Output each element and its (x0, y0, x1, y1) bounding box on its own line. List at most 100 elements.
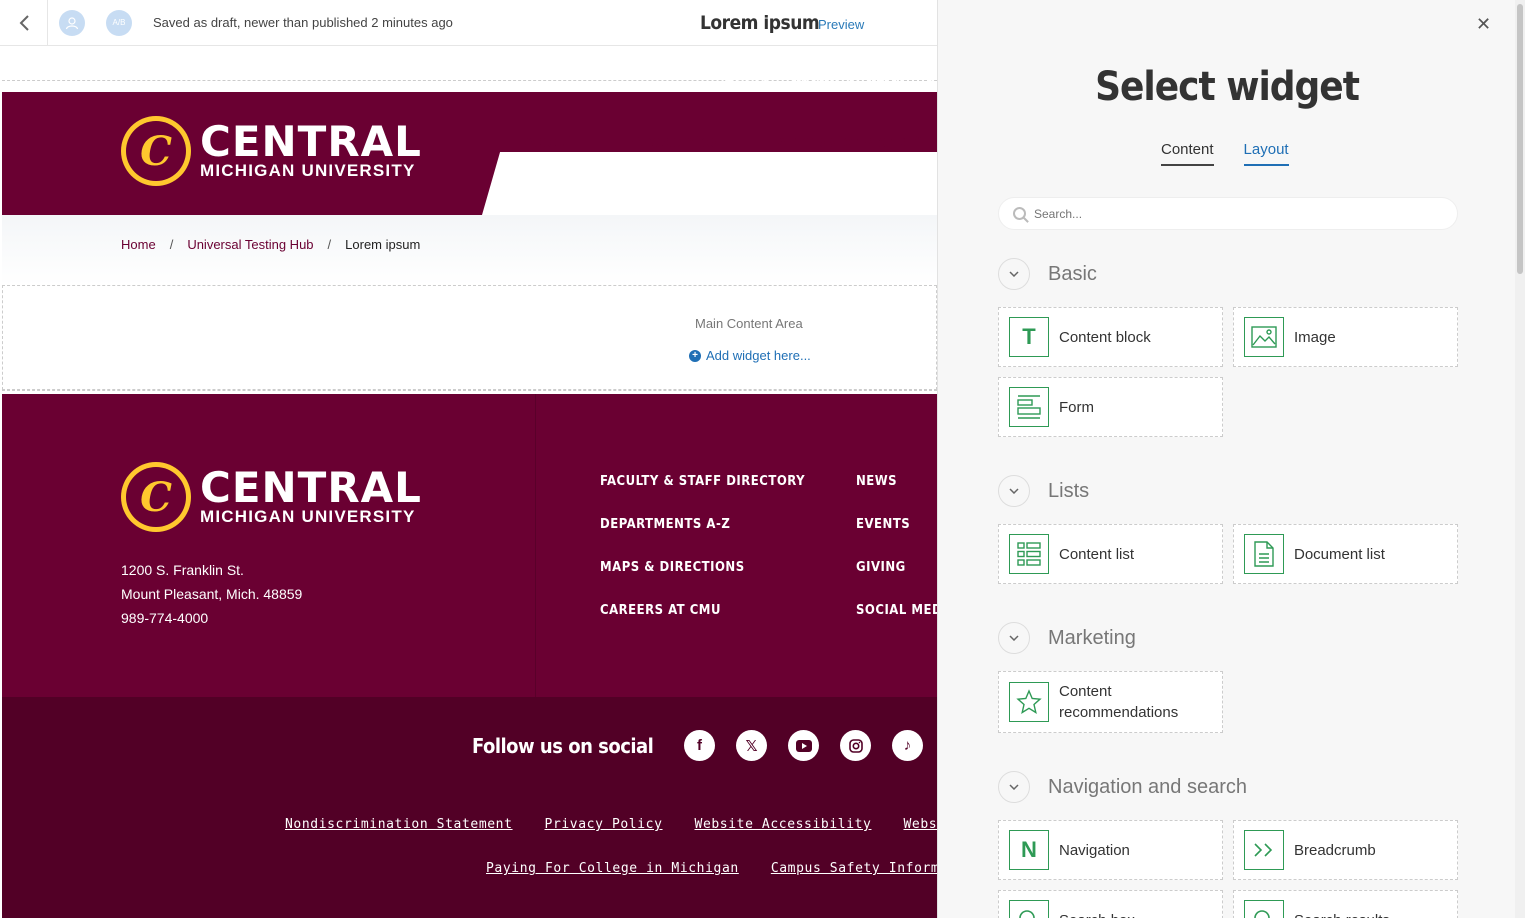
widget-image[interactable]: Image (1233, 307, 1458, 367)
legal-link[interactable]: Paying For College in Michigan (486, 861, 739, 876)
facebook-icon[interactable]: f (684, 730, 715, 761)
utility-apply[interactable]: APPLY (724, 70, 770, 88)
widget-search-input[interactable] (1034, 206, 1434, 221)
breadcrumb-hub[interactable]: Universal Testing Hub (187, 237, 313, 252)
widget-label: Content block (1059, 328, 1151, 346)
editor-topbar: A/B Saved as draft, newer than published… (0, 0, 937, 46)
widget-form[interactable]: Form (998, 377, 1223, 437)
chevron-down-icon (998, 258, 1030, 290)
tab-content[interactable]: Content (1161, 141, 1214, 166)
utility-request-info[interactable]: REQUEST INFO (792, 70, 904, 88)
legal-link[interactable]: Campus Safety Information and (771, 861, 937, 876)
scrollbar-thumb[interactable] (1517, 4, 1523, 274)
utility-visit[interactable]: VIS (926, 70, 937, 88)
address-street: 1200 S. Franklin St. (121, 562, 244, 578)
section-label: Basic (1048, 262, 1097, 285)
document-icon (1244, 534, 1284, 574)
page-title: Lorem ipsum (700, 12, 820, 34)
main-content-area: Main Content Area + Add widget here... (2, 285, 937, 390)
instagram-icon[interactable] (840, 730, 871, 761)
legal-links-row-1: Nondiscrimination Statement Privacy Poli… (285, 817, 937, 832)
x-twitter-icon[interactable]: 𝕏 (736, 730, 767, 761)
widget-navigation[interactable]: N Navigation (998, 820, 1223, 880)
breadcrumb-separator: / (327, 237, 332, 252)
main-nav-background (482, 152, 937, 215)
footer-address: 1200 S. Franklin St. Mount Pleasant, Mic… (121, 558, 302, 630)
footer-link[interactable]: CAREERS AT CMU (600, 603, 856, 618)
back-button[interactable] (0, 0, 48, 46)
legal-link[interactable]: Privacy Policy (545, 817, 663, 832)
footer-link[interactable]: FACULTY & STAFF DIRECTORY (600, 474, 856, 489)
logo-subtitle: MICHIGAN UNIVERSITY (200, 161, 416, 180)
logo-wordmark: CENTRAL (200, 463, 422, 512)
user-icon (65, 16, 79, 29)
panel-title: Select widget (1095, 64, 1360, 110)
widget-label: Content list (1059, 545, 1135, 563)
add-widget-label: Add widget here... (706, 348, 811, 363)
preview-link[interactable]: Preview (818, 17, 864, 32)
widget-label: Breadcrumb (1294, 841, 1376, 859)
cmu-seal-icon: C (121, 462, 191, 532)
widget-label: Document list (1294, 545, 1385, 563)
section-label: Marketing (1048, 626, 1136, 649)
widget-breadcrumb[interactable]: Breadcrumb (1233, 820, 1458, 880)
main-nav: About Academics Admissions and Aid (524, 132, 937, 152)
footer-link[interactable]: GIVING (856, 560, 937, 575)
tiktok-icon[interactable]: ♪ (892, 730, 923, 761)
ab-test-avatar[interactable]: A/B (106, 9, 132, 36)
widget-content-block[interactable]: T Content block (998, 307, 1223, 367)
user-avatar[interactable] (59, 9, 85, 36)
double-chevron-right-icon (1244, 830, 1284, 870)
legal-link[interactable]: Website Accessibility (695, 817, 872, 832)
section-label: Lists (1048, 479, 1090, 502)
footer-links: FACULTY & STAFF DIRECTORY NEWS DEPARTMEN… (600, 474, 937, 618)
footer-link[interactable]: MAPS & DIRECTIONS (600, 560, 856, 575)
close-icon[interactable]: ✕ (1476, 14, 1491, 35)
breadcrumb-home[interactable]: Home (121, 237, 156, 252)
add-widget-link[interactable]: + Add widget here... (689, 348, 811, 363)
widget-search-results[interactable]: Search results (1233, 890, 1458, 918)
footer-link[interactable]: NEWS (856, 474, 937, 489)
address-phone[interactable]: 989-774-4000 (121, 606, 302, 630)
select-widget-panel: ✕ Select widget Content Layout Basic T C… (937, 0, 1515, 918)
panel-scrollbar[interactable] (1515, 0, 1525, 918)
widget-search-box[interactable]: Search box (998, 890, 1223, 918)
chevron-down-icon (998, 771, 1030, 803)
footer-link[interactable]: DEPARTMENTS A-Z (600, 517, 856, 532)
widget-label: Search box (1059, 910, 1135, 918)
panel-tabs: Content Layout (1161, 141, 1289, 166)
navigation-n-icon: N (1009, 830, 1049, 870)
main-content-label: Main Content Area (695, 316, 803, 331)
section-navigation-search[interactable]: Navigation and search (998, 771, 1247, 803)
footer-cmu-logo[interactable]: C CENTRAL MICHIGAN UNIVERSITY (121, 462, 422, 532)
youtube-icon[interactable] (788, 730, 819, 761)
nav-academics[interactable]: Academics (630, 132, 720, 152)
widget-content-recommendations[interactable]: Content recommendations (998, 671, 1223, 733)
logo-wordmark: CENTRAL (200, 117, 422, 166)
cmu-logo[interactable]: C CENTRAL MICHIGAN UNIVERSITY (121, 116, 422, 186)
legal-link[interactable]: Website Feedback (903, 817, 937, 832)
section-basic[interactable]: Basic (998, 258, 1097, 290)
chevron-down-icon (998, 475, 1030, 507)
footer-link[interactable]: SOCIAL MEDI (856, 603, 937, 618)
legal-link[interactable]: Nondiscrimination Statement (285, 817, 513, 832)
nav-admissions[interactable]: Admissions and Aid (777, 132, 937, 152)
breadcrumb: Home / Universal Testing Hub / Lorem ips… (121, 237, 420, 252)
chevron-down-icon (998, 622, 1030, 654)
form-icon (1009, 387, 1049, 427)
section-marketing[interactable]: Marketing (998, 622, 1136, 654)
nav-about[interactable]: About (524, 132, 573, 152)
site-footer: C CENTRAL MICHIGAN UNIVERSITY 1200 S. Fr… (2, 394, 937, 697)
follow-heading: Follow us on social (472, 734, 654, 758)
cmu-seal-icon: C (121, 116, 191, 186)
widget-content-list[interactable]: Content list (998, 524, 1223, 584)
widget-label: Image (1294, 328, 1336, 346)
chevron-left-icon (19, 14, 29, 31)
widget-document-list[interactable]: Document list (1233, 524, 1458, 584)
footer-link[interactable]: EVENTS (856, 517, 937, 532)
search-icon (1244, 900, 1284, 918)
tab-layout[interactable]: Layout (1243, 141, 1289, 166)
page-canvas: C CENTRAL MICHIGAN UNIVERSITY APPLY REQU… (0, 46, 937, 918)
section-lists[interactable]: Lists (998, 475, 1089, 507)
list-icon (1009, 534, 1049, 574)
